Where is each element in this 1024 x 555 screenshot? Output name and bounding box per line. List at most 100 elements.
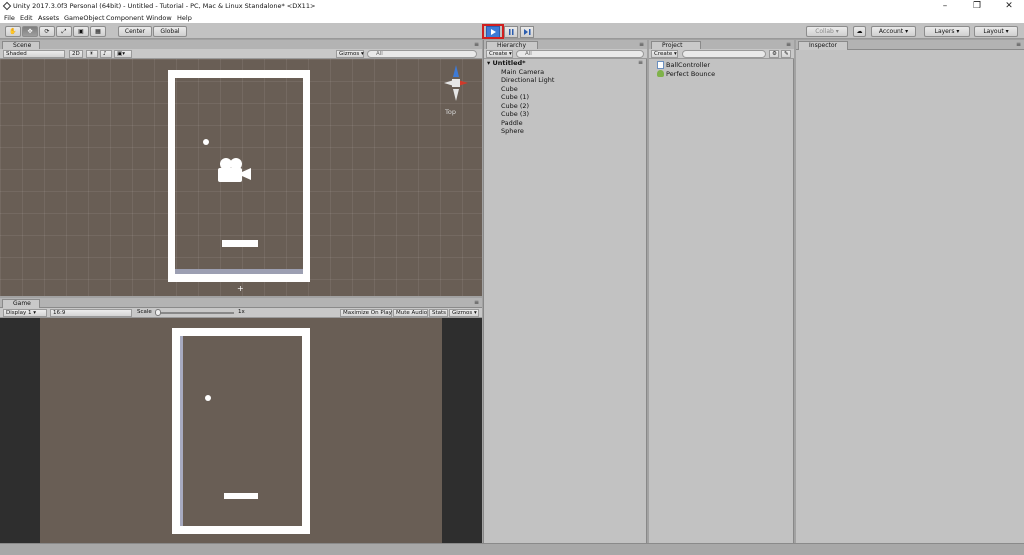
mute-audio-toggle[interactable]: Mute Audio <box>393 309 428 317</box>
hierarchy-tab-label: Hierarchy <box>497 42 527 49</box>
hierarchy-item[interactable]: Directional Light <box>501 76 554 85</box>
hierarchy-item[interactable]: Cube (3) <box>501 110 529 119</box>
scale-slider[interactable] <box>156 312 234 314</box>
game-wall-right <box>302 328 310 534</box>
rotate-tool-icon[interactable]: ⟳ <box>39 26 55 37</box>
menu-bar: File Edit Assets GameObject Component Wi… <box>0 13 1024 23</box>
project-item-perfect-bounce[interactable]: Perfect Bounce <box>666 70 715 79</box>
layers-dropdown[interactable]: Layers ▾ <box>924 26 970 37</box>
game-viewport-frame <box>0 318 482 543</box>
mode-2d-toggle[interactable]: 2D <box>69 50 83 58</box>
paddle[interactable] <box>222 240 258 247</box>
project-panel: Project ≡ Create ▾ ⚙ ✎ BallController Pe… <box>649 40 794 543</box>
menu-help[interactable]: Help <box>177 14 192 22</box>
maximize-on-play-toggle[interactable]: Maximize On Play <box>340 309 392 317</box>
space-toggle[interactable]: Global <box>153 26 187 37</box>
menu-gameobject[interactable]: GameObject <box>64 14 105 22</box>
scene-persp-label[interactable]: Top <box>445 108 456 116</box>
move-tool-icon[interactable]: ✥ <box>22 26 38 37</box>
pause-button[interactable] <box>504 26 518 38</box>
lighting-icon[interactable]: ☀ <box>86 50 98 58</box>
audio-icon[interactable]: ♪ <box>100 50 112 58</box>
menu-file[interactable]: File <box>4 14 15 22</box>
cloud-icon[interactable]: ☁ <box>853 26 866 37</box>
display-dropdown[interactable]: Display 1 ▾ <box>3 309 47 317</box>
hierarchy-lock-icon[interactable]: ≡ <box>639 41 644 48</box>
hierarchy-item[interactable]: Sphere <box>501 127 524 136</box>
game-wall-bottom <box>172 526 310 534</box>
stats-toggle[interactable]: Stats <box>429 309 448 317</box>
project-create-dropdown[interactable]: Create ▾ <box>651 50 678 58</box>
scale-tool-icon[interactable]: ⤢ <box>56 26 72 37</box>
game-gizmos-label: Gizmos <box>452 310 473 316</box>
filter-type-icon[interactable]: ⚙ <box>769 50 779 58</box>
game-tabbar: Game ≡ <box>0 298 482 308</box>
menu-component[interactable]: Component <box>106 14 144 22</box>
project-search-input[interactable] <box>682 50 766 58</box>
menu-assets[interactable]: Assets <box>38 14 59 22</box>
project-tab-label: Project <box>662 42 683 49</box>
aspect-dropdown[interactable]: 16:9 <box>50 309 132 317</box>
wall-top[interactable] <box>168 70 310 78</box>
wall-left[interactable] <box>168 70 175 282</box>
project-lock-icon[interactable]: ≡ <box>786 41 791 48</box>
hierarchy-scene-row[interactable]: ▾ Untitled* <box>487 59 526 68</box>
game-gizmos-dropdown[interactable]: Gizmos ▾ <box>449 309 479 317</box>
minimize-icon[interactable]: – <box>930 1 960 12</box>
collab-dropdown[interactable]: Collab ▾ <box>806 26 848 37</box>
layout-dropdown[interactable]: Layout ▾ <box>974 26 1018 37</box>
scene-toolbar: Shaded 2D ☀ ♪ ▣▾ Gizmos ▾ All <box>0 49 482 59</box>
inspector-lock-icon[interactable]: ≡ <box>1016 41 1021 48</box>
filter-label-icon[interactable]: ✎ <box>781 50 791 58</box>
orientation-gizmo-icon[interactable] <box>438 63 474 103</box>
scale-slider-handle[interactable] <box>155 309 161 316</box>
game-paddle <box>224 493 258 499</box>
hierarchy-item[interactable]: Cube (2) <box>501 102 529 111</box>
rect-tool-icon[interactable]: ▣ <box>73 26 89 37</box>
shading-dropdown[interactable]: Shaded <box>3 50 65 58</box>
hierarchy-search-input[interactable]: All <box>516 50 644 58</box>
tab-game[interactable]: Game <box>2 299 40 308</box>
game-panel-menu-icon[interactable]: ≡ <box>474 299 479 306</box>
scene-gizmos-dropdown[interactable]: Gizmos ▾ <box>336 50 364 58</box>
hierarchy-item[interactable]: Main Camera <box>501 68 544 77</box>
game-viewport[interactable] <box>40 318 442 543</box>
account-dropdown[interactable]: Account ▾ <box>871 26 916 37</box>
hand-tool-icon[interactable]: ✋ <box>5 26 21 37</box>
menu-edit[interactable]: Edit <box>20 14 33 22</box>
layers-label: Layers <box>934 28 955 35</box>
transform-tool-icon[interactable]: ▦ <box>90 26 106 37</box>
hierarchy-toolbar: Create ▾ All <box>484 49 647 59</box>
hierarchy-item[interactable]: Cube (1) <box>501 93 529 102</box>
collab-label: Collab <box>815 28 834 35</box>
project-item-ballcontroller[interactable]: BallController <box>666 61 710 70</box>
hierarchy-panel: Hierarchy ≡ Create ▾ All ▾ Untitled* ≡ M… <box>483 40 647 543</box>
wall-right[interactable] <box>303 70 310 282</box>
inspector-panel: Inspector ≡ <box>796 40 1024 543</box>
effects-icon[interactable]: ▣▾ <box>114 50 132 58</box>
scene-search-input[interactable]: All <box>367 50 477 58</box>
hierarchy-item[interactable]: Paddle <box>501 119 523 128</box>
script-icon <box>657 61 664 69</box>
hierarchy-item[interactable]: Cube <box>501 85 518 94</box>
scene-viewport[interactable]: + Top <box>0 59 482 296</box>
hierarchy-create-dropdown[interactable]: Create ▾ <box>486 50 513 58</box>
layout-label: Layout <box>983 28 1004 35</box>
scale-label: Scale <box>137 309 152 315</box>
menu-window[interactable]: Window <box>146 14 172 22</box>
panel-menu-icon[interactable]: ≡ <box>474 41 479 48</box>
scene-options-icon[interactable]: ≡ <box>638 59 643 66</box>
camera-gizmo-icon[interactable] <box>214 156 254 184</box>
wall-bottom[interactable] <box>168 274 310 282</box>
restore-icon[interactable]: ❐ <box>962 1 992 12</box>
scene-name: Untitled* <box>492 59 526 67</box>
close-icon[interactable]: ✕ <box>994 1 1024 12</box>
step-button[interactable] <box>520 26 534 38</box>
project-toolbar: Create ▾ ⚙ ✎ <box>649 49 794 59</box>
game-wall-left <box>172 328 180 534</box>
pivot-toggle[interactable]: Center <box>118 26 152 37</box>
tab-inspector[interactable]: Inspector <box>798 41 848 50</box>
scene-search-placeholder: All <box>376 51 383 57</box>
ball-sphere[interactable] <box>203 139 209 145</box>
space-label: Global <box>160 28 180 35</box>
